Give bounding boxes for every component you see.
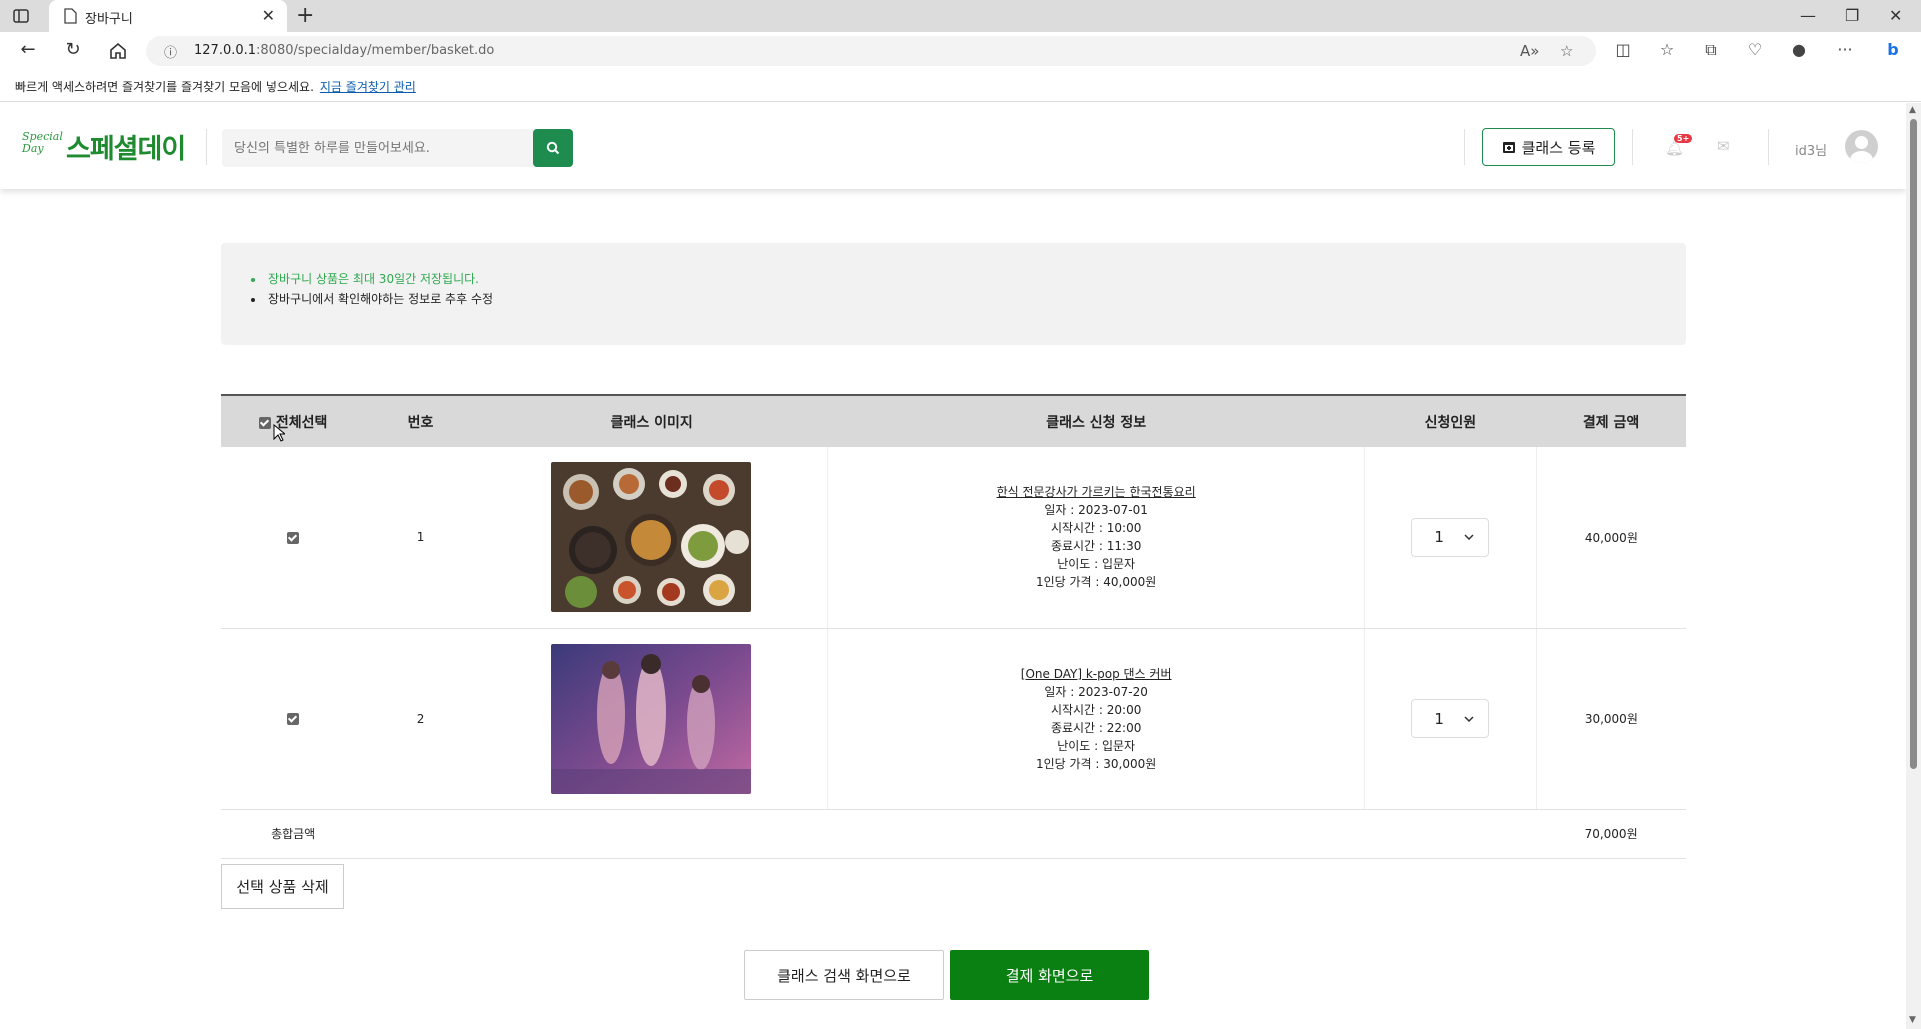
search-icon [546, 141, 560, 155]
collections-icon[interactable]: ⧉ [1700, 40, 1722, 60]
minimize-icon[interactable]: — [1800, 6, 1816, 25]
row-checkbox[interactable] [287, 713, 300, 725]
address-bar: ← ↻ ⓘ 127.0.0.1:8080/specialday/member/b… [0, 32, 1921, 70]
split-screen-icon[interactable]: ◫ [1612, 40, 1634, 59]
url-text: 127.0.0.1:8080/specialday/member/basket.… [194, 43, 495, 58]
favorites-icon[interactable]: ☆ [1656, 40, 1678, 59]
image-header: 클래스 이미지 [610, 414, 693, 431]
mouse-cursor-icon [273, 424, 285, 442]
row-checkbox[interactable] [287, 531, 300, 544]
class-start-time: 시작시간 : 20:00 [1050, 702, 1142, 717]
class-price: 1인당 가격 : 30,000원 [1035, 756, 1157, 771]
read-aloud-icon[interactable]: A» [1520, 42, 1539, 60]
chevron-down-icon [1464, 715, 1474, 722]
tab-actions-icon[interactable] [12, 7, 30, 25]
people-header: 신청인원 [1424, 414, 1477, 431]
search-button[interactable] [533, 129, 573, 167]
quantity-value: 1 [1434, 528, 1444, 547]
class-end-time: 종료시간 : 22:00 [1050, 720, 1142, 735]
quantity-select[interactable]: 1 [1411, 699, 1490, 738]
class-name-link[interactable]: 한식 전문강사가 가르키는 한국전통요리 [828, 483, 1364, 501]
table-row: 2 [One DAY] k-pop 댄스 커버 일자: 2023-07-20 … [221, 628, 1686, 810]
header-divider [1464, 129, 1465, 165]
mail-icon[interactable]: ✉ [1717, 137, 1730, 155]
class-date: 일자 : 2023-07-01 [1044, 503, 1148, 518]
browser-tab-bar: 장바구니 ✕ + — ❐ ✕ [0, 0, 1921, 32]
total-amount: 70,000원 [1536, 809, 1686, 859]
new-tab-icon[interactable]: + [296, 3, 314, 28]
notice-item: 장바구니 상품은 최대 30일간 저장됩니다. [251, 269, 1686, 289]
favorite-star-icon[interactable]: ☆ [1560, 42, 1573, 60]
user-name[interactable]: id3님 [1795, 140, 1827, 159]
row-number: 1 [365, 447, 476, 629]
table-header-row: 전체선택 번호 클래스 이미지 클래스 신청 정보 신청인원 결제 금액 [221, 395, 1686, 447]
chevron-down-icon [1464, 534, 1474, 541]
class-register-button[interactable]: 클래스 등록 [1482, 128, 1615, 166]
table-row: 1 한식 전문강사가 가르키는 한국전통요리 일자: 2023-07-01 시… [221, 447, 1686, 629]
header-divider [206, 129, 207, 165]
delete-selected-button[interactable]: 선택 상품 삭제 [221, 864, 344, 909]
profile-icon[interactable]: ● [1788, 40, 1810, 59]
row-amount: 30,000원 [1536, 628, 1686, 810]
class-image-kpop-dance[interactable] [551, 643, 752, 794]
close-tab-icon[interactable]: ✕ [262, 6, 275, 25]
number-header: 번호 [407, 414, 434, 431]
more-icon[interactable]: ··· [1834, 40, 1856, 59]
page-icon [64, 8, 77, 24]
health-icon[interactable]: ♡ [1744, 40, 1766, 59]
bing-icon[interactable]: b [1882, 40, 1904, 59]
amount-header: 결제 금액 [1582, 414, 1640, 431]
quantity-value: 1 [1434, 709, 1444, 728]
header-divider [1768, 129, 1769, 165]
total-label: 총합금액 [221, 809, 366, 859]
class-end-time: 종료시간 : 11:30 [1050, 539, 1142, 554]
class-image-korean-food[interactable] [551, 462, 752, 613]
restore-icon[interactable]: ❐ [1845, 6, 1859, 25]
favorites-bar: 빠르게 액세스하려면 즐겨찾기를 즐겨찾기 모음에 넣으세요. 지금 즐겨찾기 관… [0, 70, 1921, 102]
search-input[interactable] [222, 129, 534, 167]
browser-tab-active[interactable]: 장바구니 ✕ [49, 0, 287, 32]
select-all-checkbox[interactable] [258, 416, 271, 429]
page-viewport: Special Day 스페셜데이 클래스 등록 🔔︎ 5+ ✉ id3님 [0, 103, 1906, 1029]
close-window-icon[interactable]: ✕ [1889, 6, 1902, 25]
class-level: 난이도 : 입문자 [1057, 557, 1136, 572]
quantity-select[interactable]: 1 [1411, 517, 1490, 557]
manage-favorites-link[interactable]: 지금 즐겨찾기 관리 [320, 80, 416, 94]
page-scrollbar[interactable]: ▲ ▼ [1906, 103, 1921, 1029]
row-number: 2 [365, 628, 476, 810]
cart-table: 전체선택 번호 클래스 이미지 클래스 신청 정보 신청인원 결제 금액 1 한… [221, 394, 1686, 859]
tab-title: 장바구니 [85, 12, 133, 27]
logo-text[interactable]: 스페셜데이 [66, 127, 186, 166]
scroll-thumb[interactable] [1910, 119, 1917, 769]
class-level: 난이도 : 입문자 [1057, 738, 1136, 753]
class-price: 1인당 가격 : 40,000원 [1035, 575, 1157, 590]
scroll-up-icon[interactable]: ▲ [1909, 105, 1916, 115]
site-info-icon[interactable]: ⓘ [164, 42, 177, 61]
back-icon[interactable]: ← [16, 39, 40, 63]
select-all-header: 전체선택 [221, 395, 365, 447]
total-row: 총합금액 70,000원 [221, 809, 1686, 859]
row-amount: 40,000원 [1536, 447, 1686, 629]
class-start-time: 시작시간 : 10:00 [1050, 521, 1142, 536]
site-header: Special Day 스페셜데이 클래스 등록 🔔︎ 5+ ✉ id3님 [0, 103, 1906, 189]
header-divider [1632, 129, 1633, 165]
go-to-search-button[interactable]: 클래스 검색 화면으로 [744, 950, 944, 1000]
go-to-payment-button[interactable]: 결제 화면으로 [950, 950, 1149, 1000]
favorites-prompt: 빠르게 액세스하려면 즐겨찾기를 즐겨찾기 모음에 넣으세요. [15, 80, 314, 94]
class-date: 일자 : 2023-07-20 [1044, 684, 1148, 699]
notice-item: 장바구니에서 확인해야하는 정보로 추후 수정 [251, 289, 1686, 309]
refresh-icon[interactable]: ↻ [61, 39, 85, 63]
calendar-icon [1502, 142, 1515, 153]
logo-emblem[interactable]: Special Day [22, 131, 63, 165]
home-icon[interactable] [106, 39, 130, 63]
avatar[interactable] [1845, 130, 1878, 163]
url-field[interactable]: ⓘ 127.0.0.1:8080/specialday/member/baske… [146, 36, 1596, 66]
info-header: 클래스 신청 정보 [1046, 414, 1147, 431]
notice-box: 장바구니 상품은 최대 30일간 저장됩니다. 장바구니에서 확인해야하는 정보… [221, 243, 1686, 345]
notification-badge: 5+ [1674, 134, 1693, 143]
class-register-label: 클래스 등록 [1521, 138, 1596, 157]
class-name-link[interactable]: [One DAY] k-pop 댄스 커버 [828, 665, 1364, 683]
scroll-down-icon[interactable]: ▼ [1909, 1015, 1916, 1025]
